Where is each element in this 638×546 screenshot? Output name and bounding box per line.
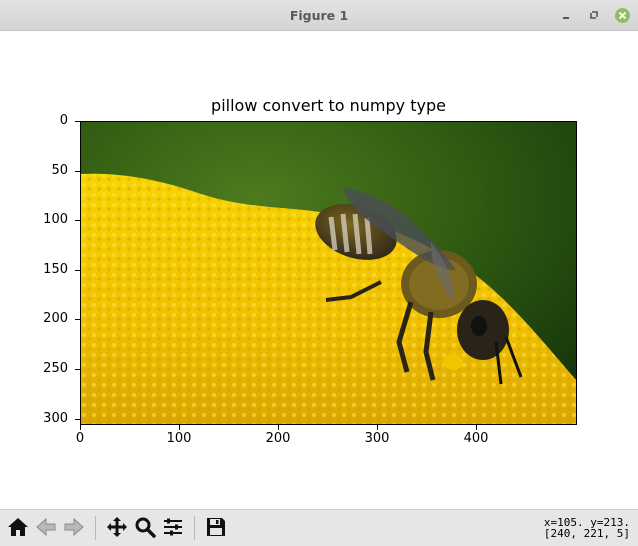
pan-button[interactable] <box>104 514 130 540</box>
x-tick-label: 300 <box>364 431 390 446</box>
minimize-icon <box>563 17 569 19</box>
coords-pixel-value: [240, 221, 5] <box>543 527 630 540</box>
back-button[interactable] <box>33 514 59 540</box>
y-tick-label: 200 <box>43 311 68 326</box>
y-tick-mark <box>75 121 80 122</box>
navigation-toolbar: x=105. y=213. [240, 221, 5] <box>0 509 638 546</box>
home-icon <box>8 518 28 536</box>
plot-title: pillow convert to numpy type <box>211 96 446 115</box>
cursor-coordinates: x=105. y=213. [240, 221, 5] <box>544 517 630 539</box>
window-title-bar[interactable]: Figure 1 <box>0 0 638 31</box>
toolbar-separator <box>194 516 195 540</box>
window-title: Figure 1 <box>289 8 349 23</box>
x-tick-label: 0 <box>75 431 85 446</box>
x-tick-label: 200 <box>265 431 291 446</box>
close-icon <box>614 7 630 23</box>
floppy-disk-icon <box>207 518 225 536</box>
y-tick-label: 100 <box>43 212 68 227</box>
x-tick-mark <box>179 425 180 430</box>
configure-subplots-button[interactable] <box>160 514 186 540</box>
y-tick-mark <box>75 419 80 420</box>
y-tick-label: 0 <box>59 113 68 128</box>
x-tick-label: 100 <box>166 431 192 446</box>
arrow-right-icon <box>64 517 84 537</box>
forward-button[interactable] <box>61 514 87 540</box>
toolbar-separator <box>95 516 96 540</box>
x-tick-label: 400 <box>463 431 489 446</box>
y-tick-mark <box>75 319 80 320</box>
y-tick-label: 300 <box>43 411 68 426</box>
maximize-button[interactable] <box>585 6 603 24</box>
maximize-icon <box>590 11 598 19</box>
zoom-button[interactable] <box>132 514 158 540</box>
figure-canvas[interactable]: pillow convert to numpy type 0 50 100 15… <box>0 31 638 509</box>
y-tick-mark <box>75 369 80 370</box>
x-tick-mark <box>476 425 477 430</box>
sliders-icon <box>164 518 182 536</box>
home-button[interactable] <box>5 514 31 540</box>
y-tick-label: 250 <box>43 361 68 376</box>
move-arrows-icon <box>107 517 127 537</box>
x-tick-mark <box>377 425 378 430</box>
x-tick-mark <box>278 425 279 430</box>
arrow-left-icon <box>36 517 56 537</box>
minimize-button[interactable] <box>557 6 575 24</box>
y-tick-label: 50 <box>51 163 68 178</box>
y-tick-mark <box>75 171 80 172</box>
y-tick-mark <box>75 270 80 271</box>
close-button[interactable] <box>613 6 631 24</box>
image-axes[interactable] <box>80 121 577 425</box>
bee-on-yellow-flower-image <box>81 122 576 424</box>
y-tick-mark <box>75 220 80 221</box>
x-tick-mark <box>80 425 81 430</box>
save-button[interactable] <box>203 514 229 540</box>
magnifier-icon <box>135 517 156 538</box>
y-tick-label: 150 <box>43 262 68 277</box>
